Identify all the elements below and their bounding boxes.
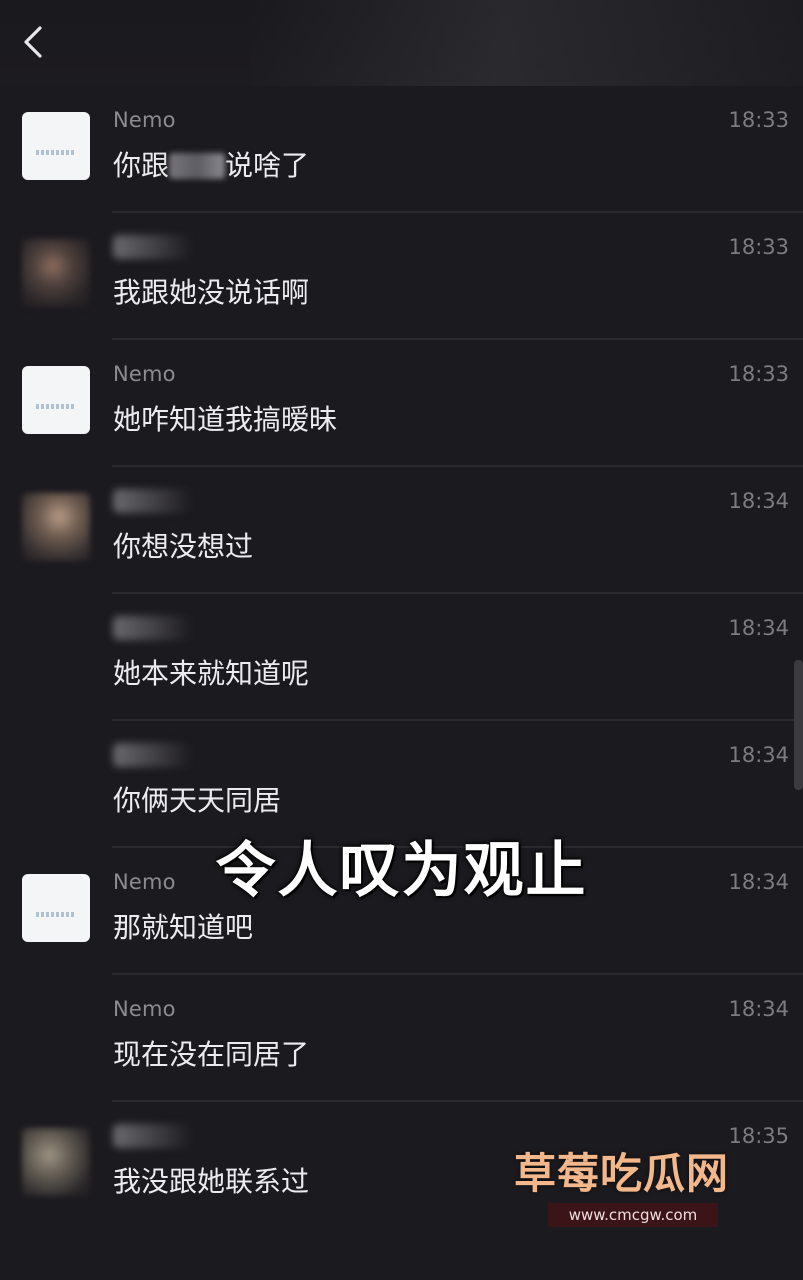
- sender-name: Nemo: [113, 108, 176, 132]
- message-row[interactable]: Nemo 18:33 她咋知道我搞暧昧: [0, 340, 803, 467]
- message-text-before: 你跟: [113, 149, 170, 182]
- sender-name-redacted: [113, 743, 193, 767]
- video-caption: 令人叹为观止: [215, 836, 588, 906]
- avatar[interactable]: [22, 112, 90, 180]
- message-row[interactable]: 18:33 我跟她没说话啊: [0, 213, 803, 340]
- avatar[interactable]: [22, 366, 90, 434]
- logo-mark: [36, 404, 76, 409]
- message-row[interactable]: 18:34 她本来就知道呢: [0, 594, 803, 721]
- message-time: 18:34: [728, 743, 789, 767]
- message-time: 18:35: [728, 1124, 789, 1148]
- message-text: 那就知道吧: [113, 911, 254, 944]
- sender-name: Nemo: [113, 362, 176, 386]
- message-text: 现在没在同居了: [113, 1038, 310, 1071]
- message-time: 18:33: [728, 362, 789, 386]
- sender-name-redacted: [113, 616, 193, 640]
- message-row[interactable]: 18:34 你想没想过: [0, 467, 803, 594]
- message-time: 18:33: [728, 108, 789, 132]
- message-text: 你跟 说啥了: [113, 144, 309, 184]
- watermark-logo-text: 草莓吃瓜网: [514, 1149, 730, 1198]
- message-time: 18:34: [728, 489, 789, 513]
- avatar[interactable]: [22, 239, 90, 307]
- message-text: 我没跟她联系过: [113, 1165, 310, 1198]
- logo-mark: [36, 150, 76, 155]
- scrollbar-thumb[interactable]: [794, 660, 803, 790]
- chevron-left-icon[interactable]: [14, 22, 54, 62]
- message-text-after: 说啥了: [225, 149, 310, 182]
- message-text: 你想没想过: [113, 530, 254, 563]
- sender-name-redacted: [113, 489, 193, 513]
- logo-mark: [36, 912, 76, 917]
- message-row[interactable]: Nemo 18:33 你跟 说啥了: [0, 86, 803, 213]
- message-text: 她咋知道我搞暧昧: [113, 403, 338, 436]
- avatar[interactable]: [22, 1128, 90, 1196]
- sender-name-redacted: [113, 1124, 193, 1148]
- message-text: 她本来就知道呢: [113, 657, 310, 690]
- redacted-text: [169, 153, 226, 179]
- message-text: 我跟她没说话啊: [113, 276, 310, 309]
- top-bar: [0, 0, 803, 86]
- message-text: 你俩天天同居: [113, 784, 282, 817]
- sender-name-redacted: [113, 235, 193, 259]
- message-time: 18:34: [728, 997, 789, 1021]
- message-time: 18:34: [728, 616, 789, 640]
- message-row[interactable]: Nemo 18:34 现在没在同居了: [0, 975, 803, 1102]
- avatar[interactable]: [22, 493, 90, 561]
- watermark-url: www.cmcgw.com: [548, 1203, 718, 1227]
- sender-name: Nemo: [113, 997, 176, 1021]
- message-time: 18:33: [728, 235, 789, 259]
